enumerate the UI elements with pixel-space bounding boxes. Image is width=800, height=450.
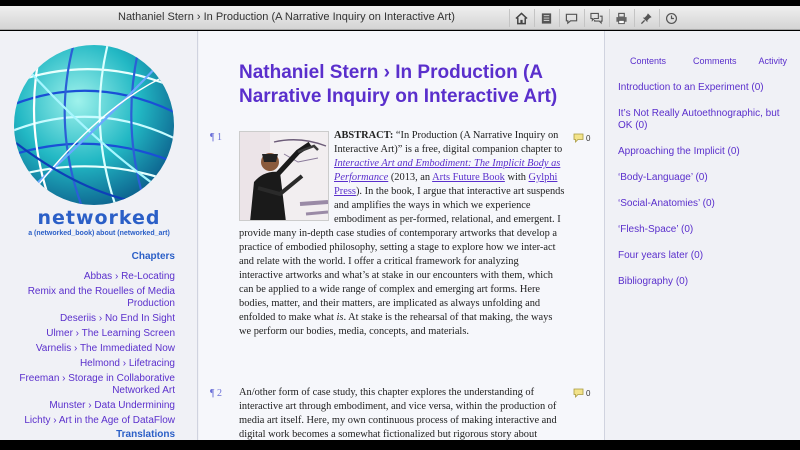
toc-item[interactable]: Approaching the Implicit (0) <box>618 146 794 158</box>
abstract-text: with <box>504 172 529 183</box>
paragraph-comment-badge[interactable]: 0 <box>573 388 590 398</box>
chapter-link[interactable]: Munster › Data Undermining <box>5 400 175 412</box>
comments-icon[interactable] <box>584 9 608 27</box>
abstract-text: (2013, an <box>388 172 433 183</box>
chapter-link[interactable]: Deseriis › No End In Sight <box>5 313 175 325</box>
site-tagline: a (networked_book) about (networked_art) <box>28 230 170 237</box>
speech-bubble-icon <box>573 388 584 398</box>
document-icon[interactable] <box>534 9 558 27</box>
page: networked a (networked_book) about (netw… <box>0 31 800 440</box>
comment-count: 0 <box>586 133 591 143</box>
chapter-list: Abbas › Re-Locating Remix and the Rouell… <box>5 271 175 430</box>
toc-item[interactable]: Bibliography (0) <box>618 276 794 288</box>
toc-item[interactable]: Four years later (0) <box>618 250 794 262</box>
toolbar: Nathaniel Stern › In Production (A Narra… <box>0 6 800 30</box>
abstract-label: ABSTRACT: <box>334 130 394 141</box>
pin-icon[interactable] <box>634 9 658 27</box>
toc-item[interactable]: Introduction to an Experiment (0) <box>618 82 794 94</box>
toc-item[interactable]: ‘Flesh-Space’ (0) <box>618 224 794 236</box>
chapters-heading: Chapters <box>131 251 175 262</box>
tab-contents[interactable]: Contents <box>630 56 666 66</box>
tab-activity[interactable]: Activity <box>759 56 788 66</box>
print-icon[interactable] <box>609 9 633 27</box>
window-title: Nathaniel Stern › In Production (A Narra… <box>118 11 455 23</box>
clock-icon[interactable] <box>659 9 683 27</box>
toolbar-icons <box>509 9 684 27</box>
arts-future-book-link[interactable]: Arts Future Book <box>432 172 505 183</box>
chapter-link[interactable]: Varnelis › The Immediated Now <box>5 343 175 355</box>
author-photo <box>239 131 329 221</box>
chapter-link[interactable]: Lichty › Art in the Age of DataFlow <box>5 415 175 427</box>
paragraph-number[interactable]: ¶ 1 <box>210 132 222 143</box>
yarn-ball-logo-icon[interactable] <box>12 43 176 207</box>
home-icon[interactable] <box>509 9 533 27</box>
chapter-link[interactable]: Abbas › Re-Locating <box>5 271 175 283</box>
left-sidebar: networked a (networked_book) about (netw… <box>0 31 198 440</box>
paragraph-2: An/other form of case study, this chapte… <box>239 387 557 440</box>
paragraph-number[interactable]: ¶ 2 <box>210 388 222 399</box>
chapter-link[interactable]: Helmond › Lifetracing <box>5 358 175 370</box>
comment-count: 0 <box>586 388 591 398</box>
paragraph-comment-badge[interactable]: 0 <box>573 133 590 143</box>
table-of-contents: Introduction to an Experiment (0) It’s N… <box>618 82 794 302</box>
comment-icon[interactable] <box>559 9 583 27</box>
bottom-letterbox <box>0 440 800 450</box>
sidebar-tabs: Contents Comments Activity <box>606 56 800 66</box>
right-sidebar: Contents Comments Activity Introduction … <box>606 31 800 440</box>
toc-item[interactable]: It’s Not Really Autoethnographic, but OK… <box>618 108 794 132</box>
speech-bubble-icon <box>573 133 584 143</box>
toc-item[interactable]: ‘Social-Anatomies’ (0) <box>618 198 794 210</box>
site-logo-wordmark[interactable]: networked <box>0 207 197 229</box>
toc-item[interactable]: ‘Body-Language’ (0) <box>618 172 794 184</box>
main-content: Nathaniel Stern › In Production (A Narra… <box>199 31 605 440</box>
translations-heading[interactable]: Translations <box>116 429 175 440</box>
tab-comments[interactable]: Comments <box>693 56 737 66</box>
chapter-link[interactable]: Remix and the Rouelles of Media Producti… <box>5 286 175 310</box>
page-title: Nathaniel Stern › In Production (A Narra… <box>239 62 558 107</box>
paragraph-1: ABSTRACT: “In Production (A Narrative In… <box>239 129 565 339</box>
chapter-link[interactable]: Freeman › Storage in Collaborative Netwo… <box>5 373 175 397</box>
chapter-link[interactable]: Ulmer › The Learning Screen <box>5 328 175 340</box>
